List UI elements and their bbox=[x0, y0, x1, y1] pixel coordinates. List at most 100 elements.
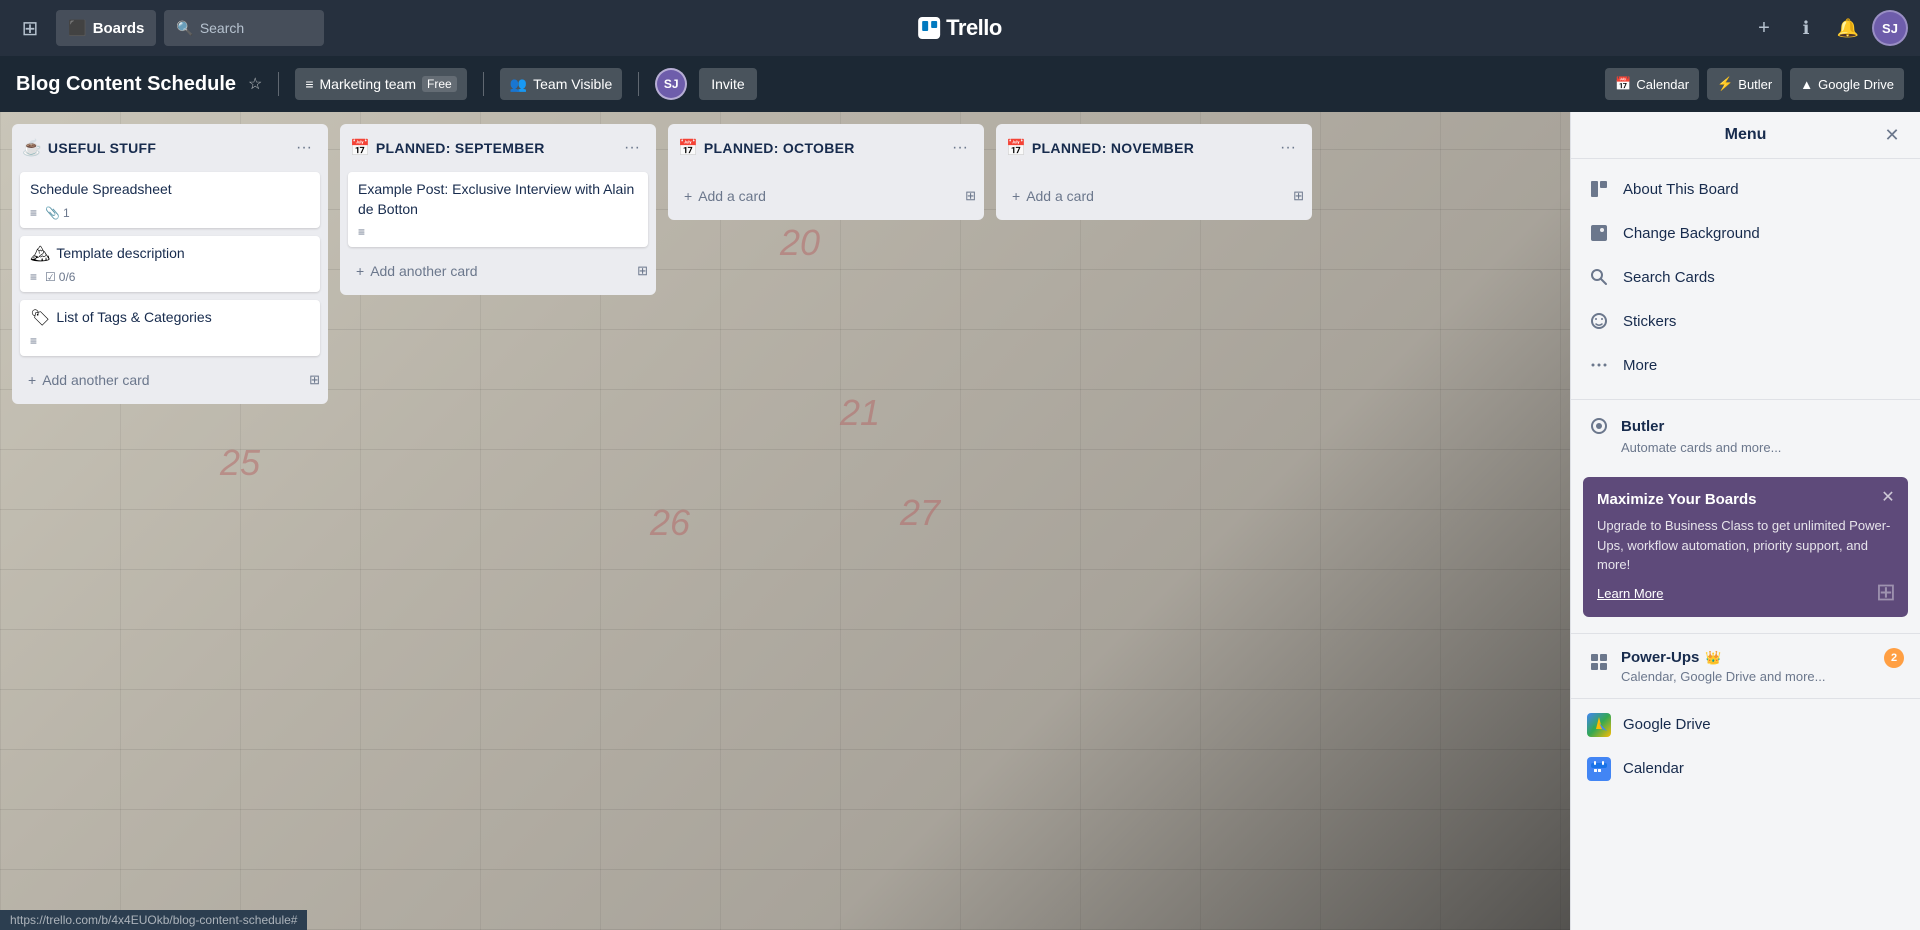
archive-button-nov[interactable]: ⊞ bbox=[1293, 188, 1304, 204]
archive-button-oct[interactable]: ⊞ bbox=[965, 188, 976, 204]
list-header-useful-stuff: ☕ USEFUL STUFF ··· bbox=[12, 124, 328, 168]
menu-item-about[interactable]: About This Board bbox=[1571, 167, 1920, 211]
add-card-button-useful-stuff[interactable]: + Add another card bbox=[20, 366, 309, 394]
card-icon-tags: 🏷 bbox=[30, 308, 50, 328]
nav-right: + ℹ 🔔 SJ bbox=[1746, 10, 1908, 46]
list-cards-useful-stuff: Schedule Spreadsheet ≡ 📎 1 ✏ bbox=[12, 168, 328, 360]
list-menu-button-sep[interactable]: ··· bbox=[618, 134, 646, 162]
add-card-button-sep[interactable]: + Add another card bbox=[348, 257, 637, 285]
checklist-count: 0/6 bbox=[59, 270, 76, 284]
add-icon: + bbox=[28, 372, 36, 388]
create-button[interactable]: + bbox=[1746, 10, 1782, 46]
upgrade-banner-icon: ⊞ bbox=[1876, 578, 1896, 607]
list-header-planned-sep: 📅 PLANNED: SEPTEMBER ··· bbox=[340, 124, 656, 168]
status-bar: https://trello.com/b/4x4EUOkb/blog-conte… bbox=[0, 910, 307, 930]
team-button[interactable]: ≡ Marketing team Free bbox=[295, 68, 466, 100]
list-title-nov: PLANNED: NOVEMBER bbox=[1032, 140, 1268, 156]
archive-icon-nov: ⊞ bbox=[1293, 188, 1304, 204]
list-title-sep: PLANNED: SEPTEMBER bbox=[376, 140, 612, 156]
card-meta-template: ≡ ☑ 0/6 bbox=[30, 270, 310, 284]
list-add-card-sep: + Add another card ⊞ bbox=[340, 251, 656, 295]
card-list-of-tags[interactable]: 🏷 List of Tags & Categories ≡ ✏ bbox=[20, 300, 320, 356]
list-title-oct: PLANNED: OCTOBER bbox=[704, 140, 940, 156]
card-schedule-spreadsheet[interactable]: Schedule Spreadsheet ≡ 📎 1 ✏ bbox=[20, 172, 320, 228]
powerups-badge: 2 bbox=[1884, 648, 1904, 668]
butler-title-row: Butler bbox=[1587, 414, 1904, 438]
butler-icon bbox=[1587, 414, 1611, 438]
googledrive-powerup-button[interactable]: ▲ Google Drive bbox=[1790, 68, 1904, 100]
board-powerups: 📅 Calendar ⚡ Butler ▲ Google Drive bbox=[1605, 68, 1904, 100]
trello-logo-text: Trello bbox=[946, 15, 1002, 41]
card-example-post[interactable]: Example Post: Exclusive Interview with A… bbox=[348, 172, 648, 247]
team-name: Marketing team bbox=[320, 76, 416, 92]
menu-close-button[interactable]: ✕ bbox=[1876, 119, 1908, 151]
list-header-oct: 📅 PLANNED: OCTOBER ··· bbox=[668, 124, 984, 168]
invite-button[interactable]: Invite bbox=[699, 68, 756, 100]
star-button[interactable]: ☆ bbox=[248, 74, 262, 94]
home-button[interactable]: ⊞ bbox=[12, 10, 48, 46]
card-template-description[interactable]: 🏔 Template description ≡ ☑ 0/6 ✏ bbox=[20, 236, 320, 292]
powerups-title: Power-Ups 👑 2 bbox=[1621, 648, 1904, 668]
info-button[interactable]: ℹ bbox=[1788, 10, 1824, 46]
card-title-tags: List of Tags & Categories bbox=[56, 308, 211, 328]
list-menu-button-nov[interactable]: ··· bbox=[1274, 134, 1302, 162]
visibility-icon: 👥 bbox=[510, 76, 527, 93]
list-add-card-nov: + Add a card ⊞ bbox=[996, 176, 1312, 220]
visibility-button[interactable]: 👥 Team Visible bbox=[500, 68, 623, 100]
list-icon-oct: 📅 bbox=[678, 138, 698, 158]
archive-card-button-useful-stuff[interactable]: ⊞ bbox=[309, 372, 320, 388]
status-url: https://trello.com/b/4x4EUOkb/blog-conte… bbox=[10, 913, 297, 927]
user-avatar[interactable]: SJ bbox=[1872, 10, 1908, 46]
googledrive-icon: ▲ bbox=[1800, 77, 1813, 92]
notifications-button[interactable]: 🔔 bbox=[1830, 10, 1866, 46]
stickers-label: Stickers bbox=[1623, 313, 1676, 330]
search-icon: 🔍 bbox=[176, 20, 193, 37]
about-board-label: About This Board bbox=[1623, 181, 1739, 198]
menu-powerups-section[interactable]: Power-Ups 👑 2 Calendar, Google Drive and… bbox=[1571, 638, 1920, 694]
menu-item-stickers[interactable]: Stickers bbox=[1571, 299, 1920, 343]
calendar-powerup-button[interactable]: 📅 Calendar bbox=[1605, 68, 1699, 100]
list-icon-useful-stuff: ☕ bbox=[22, 138, 42, 158]
calendar-service-label: Calendar bbox=[1623, 760, 1684, 777]
list-cards-sep: Example Post: Exclusive Interview with A… bbox=[340, 168, 656, 251]
team-icon: ≡ bbox=[305, 76, 313, 92]
member-avatar[interactable]: SJ bbox=[655, 68, 687, 100]
card-title-template: Template description bbox=[56, 244, 184, 264]
powerups-content: Power-Ups 👑 2 Calendar, Google Drive and… bbox=[1621, 648, 1904, 684]
boards-button[interactable]: ⬛ Boards bbox=[56, 10, 156, 46]
menu-item-search[interactable]: Search Cards bbox=[1571, 255, 1920, 299]
add-card-button-nov[interactable]: + Add a card bbox=[1004, 182, 1293, 210]
list-menu-button-oct[interactable]: ··· bbox=[946, 134, 974, 162]
menu-items: About This Board Change Background bbox=[1571, 159, 1920, 395]
menu-calendar[interactable]: Calendar bbox=[1571, 747, 1920, 791]
team-plan-badge: Free bbox=[422, 76, 457, 92]
about-board-icon bbox=[1587, 177, 1611, 201]
add-icon-oct: + bbox=[684, 188, 692, 204]
description-icon: ≡ bbox=[30, 206, 37, 220]
menu-google-drive[interactable]: Google Drive bbox=[1571, 703, 1920, 747]
menu-item-more[interactable]: More bbox=[1571, 343, 1920, 387]
card-icon-template: 🏔 bbox=[30, 244, 50, 264]
upgrade-banner-description: Upgrade to Business Class to get unlimit… bbox=[1597, 516, 1894, 575]
archive-button-sep[interactable]: ⊞ bbox=[637, 263, 648, 279]
list-menu-button-useful-stuff[interactable]: ··· bbox=[290, 134, 318, 162]
upgrade-banner-close-button[interactable]: ✕ bbox=[1876, 485, 1900, 509]
upgrade-learn-more-link[interactable]: Learn More bbox=[1597, 586, 1663, 601]
menu-butler-section[interactable]: Butler Automate cards and more... bbox=[1571, 404, 1920, 465]
list-icon-nov: 📅 bbox=[1006, 138, 1026, 158]
change-background-icon bbox=[1587, 221, 1611, 245]
menu-item-background[interactable]: Change Background bbox=[1571, 211, 1920, 255]
menu-panel: Menu ✕ About This Board bbox=[1570, 112, 1920, 930]
menu-title: Menu bbox=[1725, 126, 1767, 144]
list-cards-oct bbox=[668, 168, 984, 176]
butler-powerup-button[interactable]: ⚡ Butler bbox=[1707, 68, 1782, 100]
card-meta-desc-icon-3: ≡ bbox=[30, 334, 37, 348]
boards-label: Boards bbox=[93, 20, 145, 37]
search-button[interactable]: 🔍 Search bbox=[164, 10, 324, 46]
upgrade-banner-title: Maximize Your Boards bbox=[1597, 491, 1894, 508]
add-card-button-oct[interactable]: + Add a card bbox=[676, 182, 965, 210]
list-title-useful-stuff: USEFUL STUFF bbox=[48, 140, 284, 156]
search-cards-icon bbox=[1587, 265, 1611, 289]
list-add-card-oct: + Add a card ⊞ bbox=[668, 176, 984, 220]
board-body: 18 20 21 27 26 25 ☕ USEFUL STUFF ··· Sch… bbox=[0, 112, 1920, 930]
